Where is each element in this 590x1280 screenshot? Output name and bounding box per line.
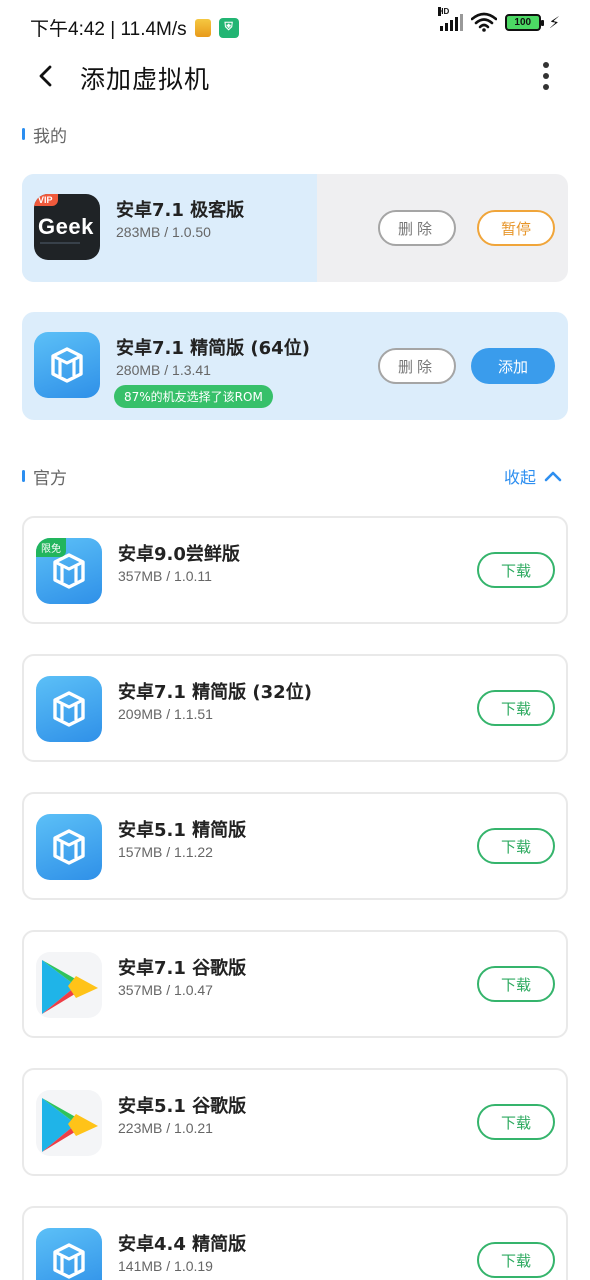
vm-cube-icon bbox=[34, 332, 100, 398]
vm-card-official[interactable]: 安卓5.1 精简版 157MB / 1.1.22 下载 bbox=[22, 792, 568, 900]
cube-glyph-icon bbox=[53, 691, 85, 727]
geek-decor-line bbox=[40, 242, 80, 244]
more-dot-icon bbox=[543, 62, 549, 68]
vm-size-version: 157MB / 1.1.22 bbox=[118, 844, 213, 860]
vm-card-official[interactable]: 限免 安卓9.0尝鲜版 357MB / 1.0.11 下载 bbox=[22, 516, 568, 624]
vm-name: 安卓7.1 精简版 (64位) bbox=[116, 338, 310, 359]
geek-logo-text: Geek bbox=[38, 214, 94, 239]
vip-badge: VIP bbox=[34, 194, 58, 206]
battery-level: 100 bbox=[514, 16, 532, 28]
delete-button[interactable]: 删除 bbox=[378, 348, 456, 384]
download-button[interactable]: 下载 bbox=[477, 690, 555, 726]
vm-card-official[interactable]: 安卓7.1 谷歌版 357MB / 1.0.47 下载 bbox=[22, 930, 568, 1038]
geek-icon: VIP Geek bbox=[34, 194, 100, 260]
vm-size-version: 209MB / 1.1.51 bbox=[118, 706, 213, 722]
vm-cube-icon bbox=[36, 676, 102, 742]
status-bar: 下午4:42 | 11.4M/s ⛨ HD 100 ⚡ bbox=[0, 0, 590, 52]
add-button[interactable]: 添加 bbox=[471, 348, 555, 384]
vm-card-mine[interactable]: VIP Geek 安卓7.1 极客版 283MB / 1.0.50 删除 暂停 bbox=[22, 174, 568, 282]
hd-label: HD bbox=[437, 7, 450, 16]
chevron-up-icon bbox=[544, 471, 562, 482]
notification-app-icon bbox=[194, 18, 211, 37]
download-button[interactable]: 下载 bbox=[477, 966, 555, 1002]
back-button[interactable] bbox=[30, 58, 62, 94]
charging-icon: ⚡ bbox=[548, 12, 560, 32]
vm-name: 安卓7.1 极客版 bbox=[116, 200, 245, 221]
wifi-icon bbox=[470, 12, 497, 32]
status-time-speed: 下午4:42 | 11.4M/s bbox=[30, 19, 187, 40]
vm-card-official[interactable]: 安卓4.4 精简版 141MB / 1.0.19 下载 bbox=[22, 1206, 568, 1280]
download-button[interactable]: 下载 bbox=[477, 1104, 555, 1140]
section-title: 我的 bbox=[33, 126, 67, 147]
section-header-official: 官方 bbox=[22, 464, 67, 489]
more-dot-icon bbox=[543, 84, 549, 90]
vm-card-official[interactable]: 安卓7.1 精简版 (32位) 209MB / 1.1.51 下载 bbox=[22, 654, 568, 762]
delete-button[interactable]: 删除 bbox=[378, 210, 456, 246]
google-play-icon bbox=[36, 1090, 102, 1156]
collapse-button[interactable]: 收起 bbox=[504, 464, 562, 488]
app-header: 添加虚拟机 bbox=[0, 52, 590, 100]
cube-glyph-icon bbox=[53, 1243, 85, 1279]
vm-name: 安卓5.1 谷歌版 bbox=[118, 1096, 247, 1117]
vm-card-mine[interactable]: 安卓7.1 精简版 (64位) 280MB / 1.3.41 87%的机友选择了… bbox=[22, 312, 568, 420]
vm-name: 安卓4.4 精简版 bbox=[118, 1234, 247, 1255]
section-header-mine: 我的 bbox=[22, 122, 67, 147]
download-button[interactable]: 下载 bbox=[477, 1242, 555, 1278]
download-button[interactable]: 下载 bbox=[477, 828, 555, 864]
vm-name: 安卓7.1 谷歌版 bbox=[118, 958, 247, 979]
chevron-left-icon bbox=[39, 65, 52, 87]
vm-size-version: 223MB / 1.0.21 bbox=[118, 1120, 213, 1136]
vm-name: 安卓7.1 精简版 (32位) bbox=[118, 682, 312, 703]
vm-cube-icon: 限免 bbox=[36, 538, 102, 604]
popularity-badge: 87%的机友选择了该ROM bbox=[114, 385, 273, 408]
play-triangle-icon bbox=[42, 1098, 98, 1152]
free-tag: 限免 bbox=[36, 538, 66, 557]
vm-size-version: 357MB / 1.0.47 bbox=[118, 982, 213, 998]
collapse-label: 收起 bbox=[503, 468, 536, 487]
shield-icon: ⛨ bbox=[218, 17, 239, 38]
more-options-button[interactable] bbox=[532, 58, 560, 94]
status-left: 下午4:42 | 11.4M/s ⛨ bbox=[30, 14, 239, 41]
more-dot-icon bbox=[543, 73, 549, 79]
vm-name: 安卓5.1 精简版 bbox=[118, 820, 247, 841]
section-marker bbox=[22, 128, 25, 140]
vm-name: 安卓9.0尝鲜版 bbox=[118, 544, 240, 565]
vm-size-version: 283MB / 1.0.50 bbox=[116, 224, 211, 240]
google-play-icon bbox=[36, 952, 102, 1018]
vm-card-official[interactable]: 安卓5.1 谷歌版 223MB / 1.0.21 下载 bbox=[22, 1068, 568, 1176]
play-triangle-icon bbox=[42, 960, 98, 1014]
vm-size-version: 357MB / 1.0.11 bbox=[118, 568, 212, 584]
page-title: 添加虚拟机 bbox=[80, 65, 211, 94]
vm-cube-icon bbox=[36, 1228, 102, 1280]
battery-icon: 100 bbox=[504, 13, 544, 31]
vm-size-version: 280MB / 1.3.41 bbox=[116, 362, 211, 378]
cube-glyph-icon bbox=[51, 347, 83, 383]
pause-button[interactable]: 暂停 bbox=[477, 210, 555, 246]
signal-icon: HD bbox=[437, 7, 463, 31]
cube-glyph-icon bbox=[53, 829, 85, 865]
section-marker bbox=[22, 470, 25, 482]
section-title: 官方 bbox=[33, 468, 67, 489]
status-right: HD 100 ⚡ bbox=[437, 7, 560, 32]
download-button[interactable]: 下载 bbox=[477, 552, 555, 588]
vm-cube-icon bbox=[36, 814, 102, 880]
vm-size-version: 141MB / 1.0.19 bbox=[118, 1258, 213, 1274]
